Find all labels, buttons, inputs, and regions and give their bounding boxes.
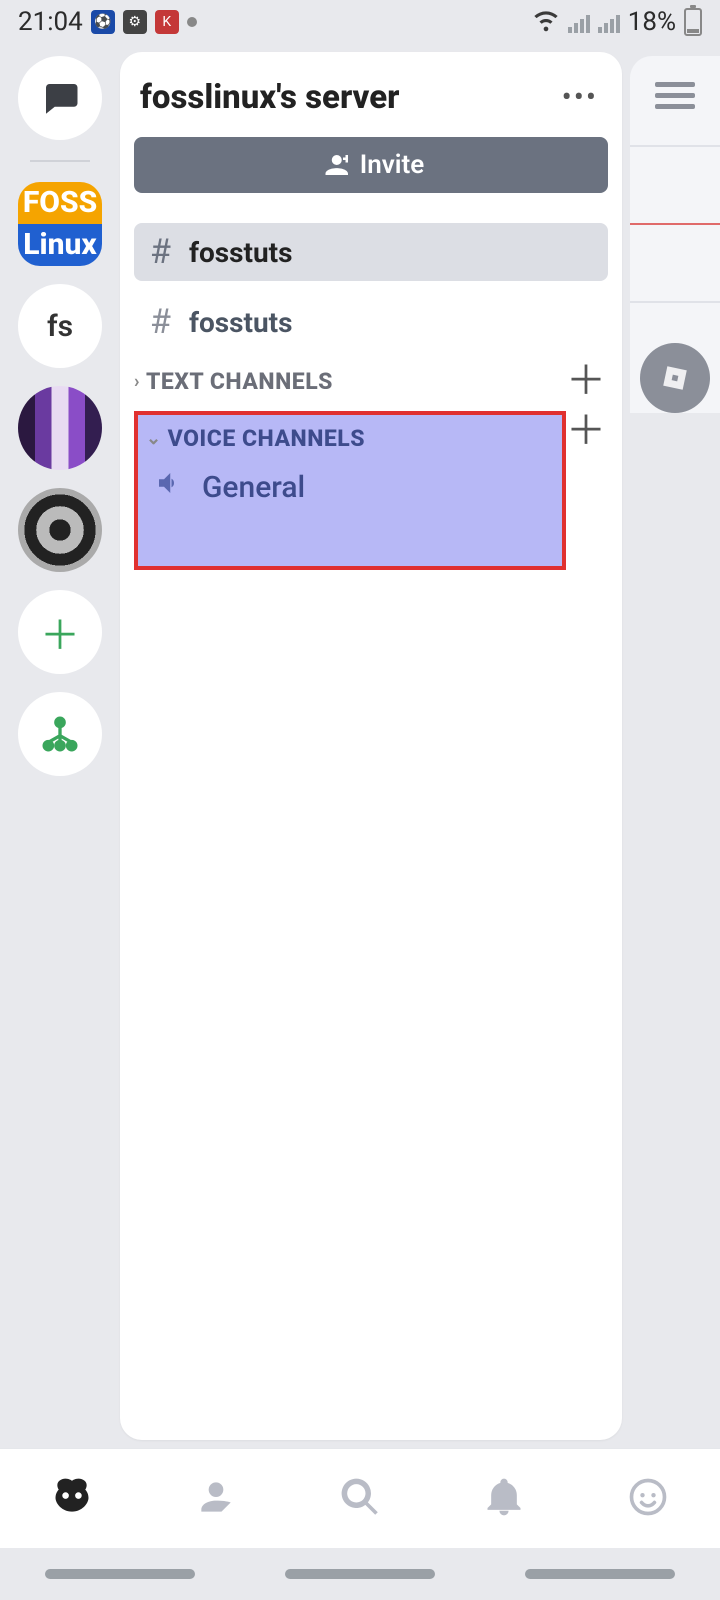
nav-search[interactable]	[338, 1475, 382, 1523]
right-panel-peek[interactable]	[630, 56, 720, 413]
category-voice-channels[interactable]: ⌄ VOICE CHANNELS	[138, 423, 562, 454]
category-voice-label: VOICE CHANNELS	[168, 425, 365, 452]
tray-app-icon-2: ⚙	[123, 10, 147, 34]
panel-header[interactable]: fosslinux's server •••	[134, 74, 608, 137]
channel-name: fosstuts	[189, 236, 293, 269]
nav-profile[interactable]	[626, 1475, 670, 1523]
server-title: fosslinux's server	[140, 78, 399, 117]
battery-icon	[684, 8, 702, 36]
add-voice-channel-button[interactable]: ＋	[566, 411, 606, 451]
invite-button-label: Invite	[360, 150, 425, 180]
tray-app-icon-3: K	[155, 10, 179, 34]
nav-home[interactable]	[50, 1475, 94, 1523]
back-pill[interactable]	[525, 1569, 675, 1579]
tray-app-icon-1: ⚽	[91, 10, 115, 34]
members-toggle-icon[interactable]	[655, 82, 695, 109]
status-left: 21:04 ⚽ ⚙ K	[18, 7, 197, 37]
category-text-label: TEXT CHANNELS	[146, 368, 333, 395]
chevron-right-icon: ›	[134, 371, 140, 392]
bottom-nav	[0, 1448, 720, 1548]
nav-notifications[interactable]	[482, 1475, 526, 1523]
server-pixel-purple[interactable]	[18, 386, 102, 470]
add-server-button[interactable]: ＋	[18, 590, 102, 674]
hash-icon: #	[150, 302, 171, 342]
voice-channel-name: General	[202, 470, 305, 505]
text-channel-fosstuts[interactable]: # fosstuts	[134, 293, 608, 351]
server-fs-label: fs	[47, 309, 73, 344]
right-sliver	[630, 48, 720, 1448]
wifi-icon	[532, 5, 560, 40]
status-right: 18%	[532, 5, 702, 40]
signal-icon-1	[568, 11, 590, 33]
add-text-channel-button[interactable]: ＋	[566, 361, 606, 401]
server-fosslinux-selected[interactable]: FOSS Linux	[18, 182, 102, 266]
home-pill[interactable]	[285, 1569, 435, 1579]
server-rail: FOSS Linux fs ＋	[0, 48, 120, 1448]
server-fosslinux-label-bottom: Linux	[18, 224, 102, 266]
direct-messages-button[interactable]	[18, 56, 102, 140]
invite-person-icon	[318, 150, 348, 180]
discover-hub-button[interactable]	[18, 692, 102, 776]
voice-channels-highlight: ⌄ VOICE CHANNELS General	[134, 411, 566, 570]
right-divider	[630, 145, 720, 147]
category-voice-channels-row: ⌄ VOICE CHANNELS General ＋	[134, 405, 608, 574]
status-bar: 21:04 ⚽ ⚙ K 18%	[0, 0, 720, 44]
right-divider-accent	[630, 223, 720, 225]
tray-overflow-dot	[187, 17, 197, 27]
status-time: 21:04	[18, 7, 83, 37]
recents-pill[interactable]	[45, 1569, 195, 1579]
server-more-icon[interactable]: •••	[562, 80, 598, 115]
member-avatar[interactable]	[640, 343, 710, 413]
text-channel-fosstuts-selected[interactable]: # fosstuts	[134, 223, 608, 281]
status-battery-percent: 18%	[628, 7, 676, 37]
category-text-channels[interactable]: › TEXT CHANNELS ＋	[134, 351, 608, 405]
server-fosslinux-label-top: FOSS	[18, 182, 102, 224]
plus-icon: ＋	[40, 603, 80, 661]
nav-friends[interactable]	[194, 1475, 238, 1523]
speaker-icon	[154, 468, 184, 506]
invite-button[interactable]: Invite	[134, 137, 608, 193]
channel-name: fosstuts	[189, 306, 293, 339]
server-fs[interactable]: fs	[18, 284, 102, 368]
channel-panel: fosslinux's server ••• Invite # fosstuts…	[120, 52, 622, 1440]
voice-channel-general[interactable]: General	[138, 454, 562, 520]
server-pixel-grey[interactable]	[18, 488, 102, 572]
android-system-nav	[0, 1548, 720, 1600]
right-divider	[630, 301, 720, 303]
chevron-down-icon: ⌄	[146, 428, 162, 449]
hash-icon: #	[150, 232, 171, 272]
signal-icon-2	[598, 11, 620, 33]
rail-separator	[30, 160, 90, 162]
